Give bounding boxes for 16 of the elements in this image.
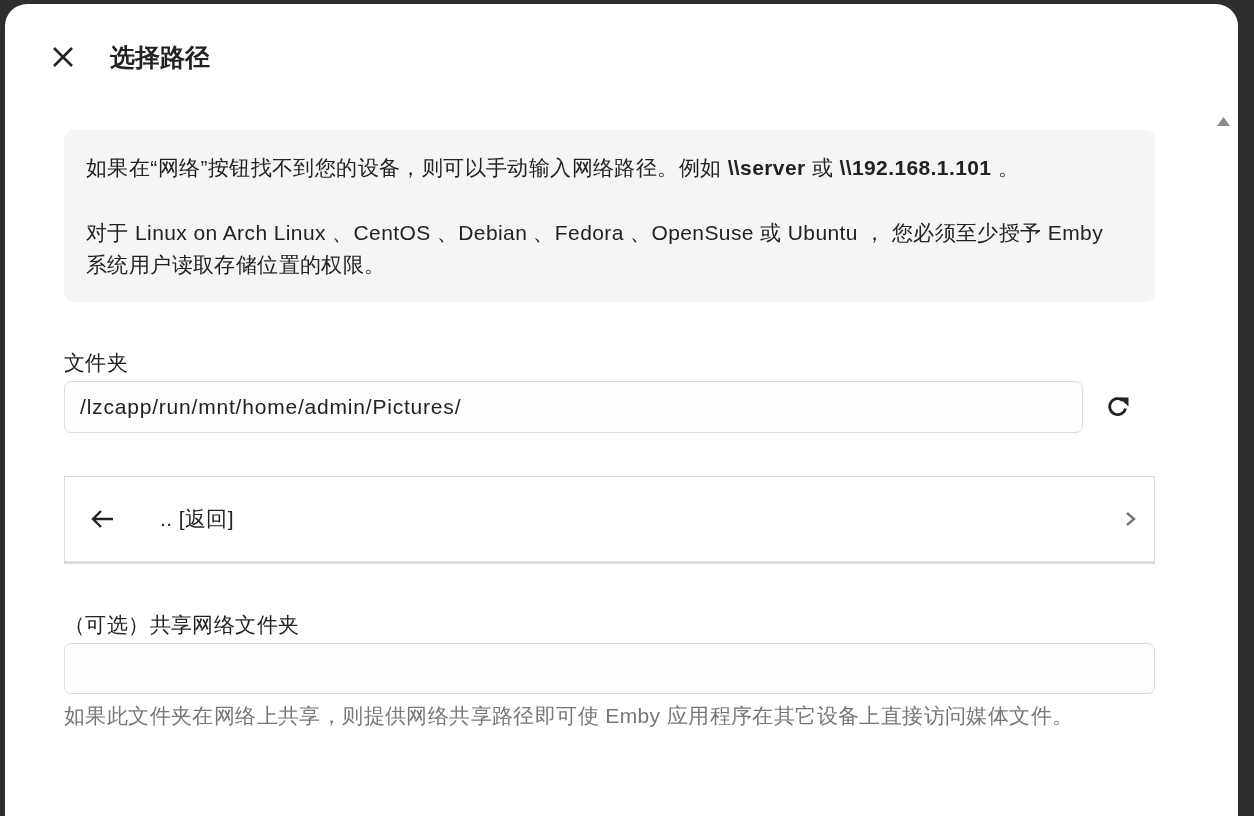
scroll-up-icon[interactable]: [1217, 117, 1230, 126]
close-icon: [52, 46, 74, 68]
field-label: 文件夹: [64, 351, 130, 375]
close-button[interactable]: [52, 46, 74, 68]
refresh-button[interactable]: [1106, 395, 1130, 419]
folder-path-field[interactable]: /lzcapp/run/mnt/home/admin/Pictures/: [64, 381, 1083, 433]
parent-folder-item[interactable]: .. [返回]: [64, 476, 1155, 564]
field-label: （可选）共享网络文件夹: [64, 613, 301, 637]
help-text: 如果此文件夹在网络上共享，则提供网络共享路径即可使 Emby 应用程序在其它设备上直接访问媒体文件。: [64, 704, 1075, 728]
network-share-field[interactable]: [64, 643, 1155, 694]
info-text: 对于 Linux on Arch Linux 、CentOS 、Debian 、Fedora 、OpenSuse 或 Ubuntu ， 您必须至少授予 Emby 系统用户读取存储位置的权限。: [86, 220, 1105, 278]
info-text: 如果在“网络”按钮找不到您的设备，则可以手动输入网络路径。例如 \\server 或 \\192.168.1.101 。: [86, 155, 1021, 181]
refresh-icon: [1106, 395, 1130, 419]
chevron-right-icon: [1125, 511, 1136, 527]
dialog-title: 选择路径: [110, 42, 210, 73]
arrow-left-icon: [90, 509, 114, 529]
